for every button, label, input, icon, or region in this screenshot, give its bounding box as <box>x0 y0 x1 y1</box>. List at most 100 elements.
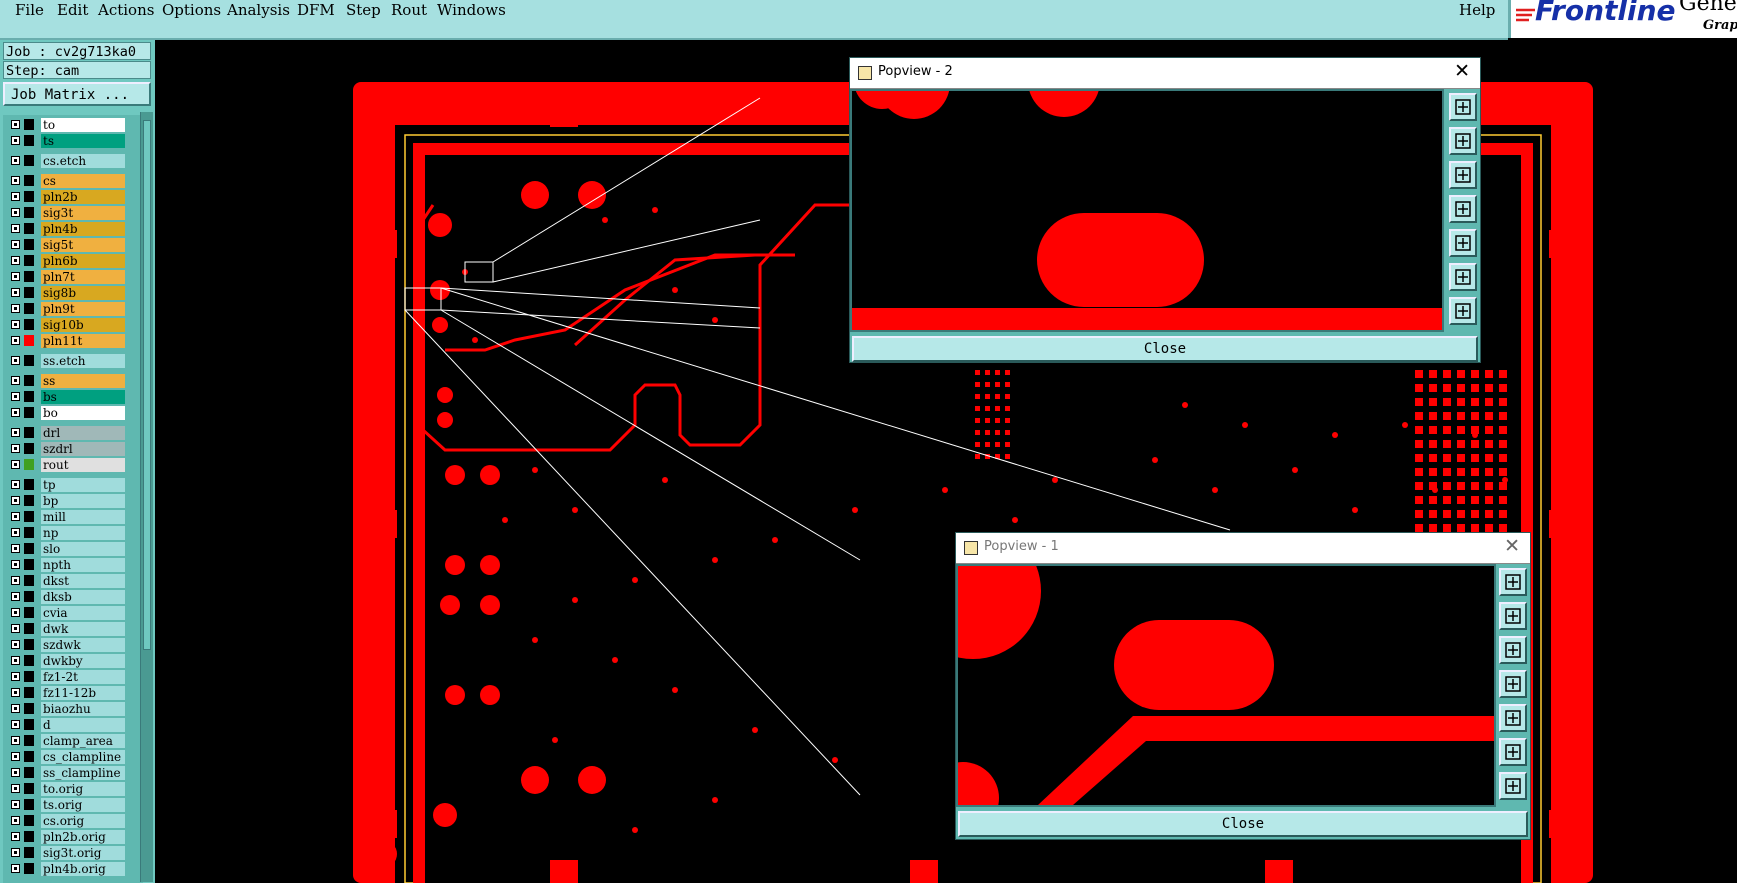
layer-checkbox[interactable] <box>11 480 20 489</box>
pan-down-icon[interactable] <box>1449 161 1477 189</box>
layer-checkbox[interactable] <box>11 272 20 281</box>
layer-label[interactable]: sig5t <box>41 238 125 252</box>
layer-label[interactable]: sig3t <box>41 206 125 220</box>
layer-color-swatch[interactable] <box>24 607 34 618</box>
layer-row-cs.orig[interactable]: cs.orig <box>3 813 127 829</box>
layer-color-swatch[interactable] <box>24 703 34 714</box>
layer-label[interactable]: np <box>41 526 125 540</box>
layer-color-swatch[interactable] <box>24 719 34 730</box>
layer-checkbox[interactable] <box>11 392 20 401</box>
layer-checkbox[interactable] <box>11 736 20 745</box>
layer-label[interactable]: dksb <box>41 590 125 604</box>
layer-checkbox[interactable] <box>11 356 20 365</box>
layer-checkbox[interactable] <box>11 720 20 729</box>
layer-checkbox[interactable] <box>11 784 20 793</box>
layer-label[interactable]: to.orig <box>41 782 125 796</box>
layer-label[interactable]: pln11t <box>41 334 125 348</box>
pan-up-icon[interactable] <box>1499 602 1527 630</box>
layer-checkbox[interactable] <box>11 408 20 417</box>
layer-row-to[interactable]: to <box>3 117 127 133</box>
layer-row-dkst[interactable]: dkst <box>3 573 127 589</box>
layer-color-swatch[interactable] <box>24 479 34 490</box>
layer-label[interactable]: rout <box>41 458 125 472</box>
menu-actions[interactable]: Actions <box>98 1 154 19</box>
popview-2-close-button[interactable]: Close <box>852 336 1478 362</box>
layer-color-swatch[interactable] <box>24 303 34 314</box>
layer-label[interactable]: sig3t.orig <box>41 846 125 860</box>
layer-row-ss_clampline[interactable]: ss_clampline <box>3 765 127 781</box>
layer-row-sig5t[interactable]: sig5t <box>3 237 127 253</box>
layer-label[interactable]: sig8b <box>41 286 125 300</box>
menu-dfm[interactable]: DFM <box>297 1 335 19</box>
layer-color-swatch[interactable] <box>24 287 34 298</box>
layer-checkbox[interactable] <box>11 512 20 521</box>
popview-2-titlebar[interactable]: Popview - 2 ✕ <box>850 58 1480 89</box>
layer-color-swatch[interactable] <box>24 375 34 386</box>
layer-color-swatch[interactable] <box>24 255 34 266</box>
layer-checkbox[interactable] <box>11 120 20 129</box>
layer-row-ss.etch[interactable]: ss.etch <box>3 353 127 369</box>
layer-color-swatch[interactable] <box>24 459 34 470</box>
layer-row-cvia[interactable]: cvia <box>3 605 127 621</box>
layer-color-swatch[interactable] <box>24 511 34 522</box>
layer-checkbox[interactable] <box>11 428 20 437</box>
layer-label[interactable]: pln4b.orig <box>41 862 125 876</box>
layer-checkbox[interactable] <box>11 672 20 681</box>
layer-color-swatch[interactable] <box>24 847 34 858</box>
layer-checkbox[interactable] <box>11 688 20 697</box>
popview-2-close-icon[interactable]: ✕ <box>1454 60 1470 82</box>
layer-label[interactable]: fz1-2t <box>41 670 125 684</box>
layer-row-ss[interactable]: ss <box>3 373 127 389</box>
layer-color-swatch[interactable] <box>24 575 34 586</box>
layer-checkbox[interactable] <box>11 156 20 165</box>
layer-label[interactable]: ss_clampline <box>41 766 125 780</box>
layer-color-swatch[interactable] <box>24 815 34 826</box>
zoom-out-icon[interactable] <box>1499 738 1527 766</box>
layer-checkbox[interactable] <box>11 208 20 217</box>
layer-row-bp[interactable]: bp <box>3 493 127 509</box>
layer-checkbox[interactable] <box>11 576 20 585</box>
layer-color-swatch[interactable] <box>24 119 34 130</box>
layer-row-cs.etch[interactable]: cs.etch <box>3 153 127 169</box>
layer-label[interactable]: fz11-12b <box>41 686 125 700</box>
layer-checkbox[interactable] <box>11 608 20 617</box>
popview-1-zoom-view[interactable] <box>956 564 1496 807</box>
layer-color-swatch[interactable] <box>24 407 34 418</box>
popview-1-close-button[interactable]: Close <box>958 811 1528 837</box>
zoom-fit-icon[interactable] <box>1499 772 1527 800</box>
layer-color-swatch[interactable] <box>24 543 34 554</box>
layer-row-rout[interactable]: rout <box>3 457 127 473</box>
layer-label[interactable]: cs_clampline <box>41 750 125 764</box>
layer-label[interactable]: pln6b <box>41 254 125 268</box>
layer-row-ts[interactable]: ts <box>3 133 127 149</box>
layer-label[interactable]: ss.etch <box>41 354 125 368</box>
layer-row-npth[interactable]: npth <box>3 557 127 573</box>
scrollbar-thumb[interactable] <box>143 120 151 650</box>
layer-checkbox[interactable] <box>11 256 20 265</box>
layer-checkbox[interactable] <box>11 176 20 185</box>
layer-color-swatch[interactable] <box>24 135 34 146</box>
zoom-out-icon[interactable] <box>1449 263 1477 291</box>
layer-row-fz11-12b[interactable]: fz11-12b <box>3 685 127 701</box>
layer-row-pln9t[interactable]: pln9t <box>3 301 127 317</box>
menu-edit[interactable]: Edit <box>57 1 88 19</box>
layer-row-pln2b[interactable]: pln2b <box>3 189 127 205</box>
layer-label[interactable]: sig10b <box>41 318 125 332</box>
layer-row-sig3t[interactable]: sig3t <box>3 205 127 221</box>
layer-checkbox[interactable] <box>11 656 20 665</box>
layer-row-mill[interactable]: mill <box>3 509 127 525</box>
pan-down-icon[interactable] <box>1499 636 1527 664</box>
layer-color-swatch[interactable] <box>24 623 34 634</box>
layer-row-ts.orig[interactable]: ts.orig <box>3 797 127 813</box>
layer-color-swatch[interactable] <box>24 527 34 538</box>
layer-row-pln2b.orig[interactable]: pln2b.orig <box>3 829 127 845</box>
layer-label[interactable]: mill <box>41 510 125 524</box>
layer-label[interactable]: slo <box>41 542 125 556</box>
layer-row-bo[interactable]: bo <box>3 405 127 421</box>
layer-color-swatch[interactable] <box>24 751 34 762</box>
layer-color-swatch[interactable] <box>24 767 34 778</box>
layer-label[interactable]: bp <box>41 494 125 508</box>
layer-row-np[interactable]: np <box>3 525 127 541</box>
layer-color-swatch[interactable] <box>24 239 34 250</box>
layer-label[interactable]: dwkby <box>41 654 125 668</box>
